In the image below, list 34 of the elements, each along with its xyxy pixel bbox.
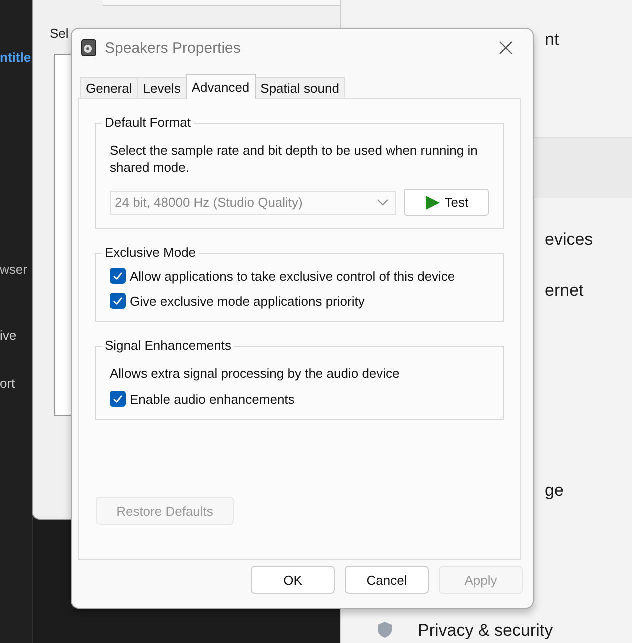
checkbox-option[interactable]: Give exclusive mode applications priority <box>110 293 489 309</box>
window-title: Speakers Properties <box>105 40 242 56</box>
shield-icon <box>377 621 393 639</box>
group-title: Default Format <box>102 115 194 130</box>
settings-item[interactable]: ernet <box>545 281 584 301</box>
tab[interactable]: Levels <box>137 77 187 98</box>
description-text: Select the sample rate and bit depth to be used when running in shared mode. <box>110 142 479 176</box>
play-icon <box>424 194 441 210</box>
dialog-button[interactable]: OK <box>251 566 335 594</box>
partial-text: ive <box>0 328 17 343</box>
tab[interactable]: Advanced <box>186 74 256 99</box>
speaker-icon <box>81 39 97 57</box>
settings-item[interactable]: evices <box>545 230 594 250</box>
test-button[interactable]: Test <box>404 189 489 216</box>
group-title: Exclusive Mode <box>102 245 200 260</box>
checkmark-icon <box>112 270 124 282</box>
settings-item[interactable]: nt <box>545 30 560 50</box>
partial-text: ntitle <box>0 50 32 65</box>
settings-item[interactable]: Privacy & security <box>418 621 554 641</box>
checkmark-icon <box>112 295 124 307</box>
checkbox-option[interactable]: Enable audio enhancements <box>110 391 489 407</box>
group-title: Signal Enhancements <box>102 338 234 353</box>
checkmark-icon <box>112 393 124 405</box>
dialog-button[interactable]: Cancel <box>345 566 429 594</box>
tab[interactable]: General <box>80 77 138 98</box>
settings-item[interactable]: ge <box>545 481 564 501</box>
partial-text: wser <box>0 262 28 277</box>
checkbox-option[interactable]: Allow applications to take exclusive control of this device <box>110 268 489 284</box>
chevron-down-icon <box>377 198 390 206</box>
partial-text: Sel <box>50 26 69 41</box>
partial-text: ort <box>0 376 16 391</box>
tab[interactable]: Spatial sound <box>254 77 346 98</box>
close-icon <box>499 41 513 55</box>
description-text: Allows extra signal processing by the audio device <box>110 365 401 382</box>
